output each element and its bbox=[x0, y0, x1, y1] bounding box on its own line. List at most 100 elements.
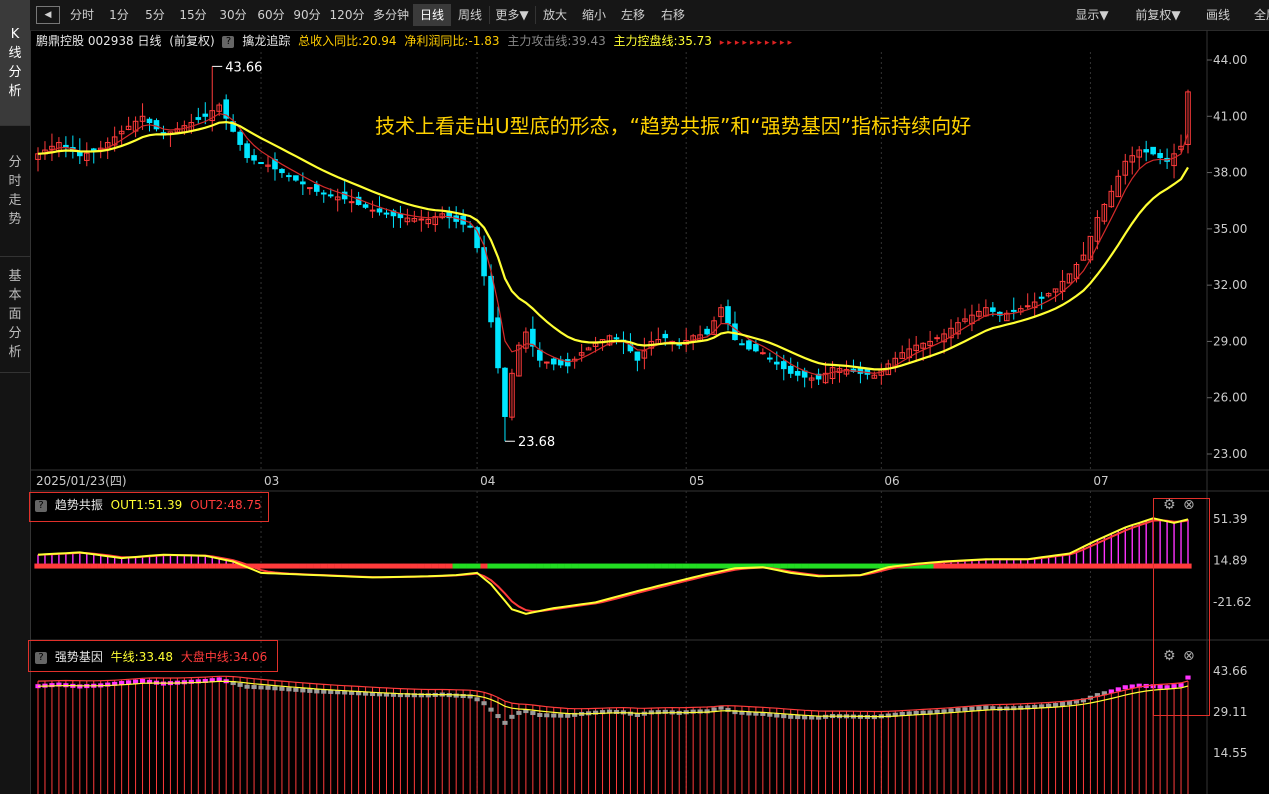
highlight-box-gene bbox=[28, 640, 278, 672]
p1-y-tick-2: -21.62 bbox=[1213, 595, 1252, 609]
status-strip-149 bbox=[1072, 563, 1081, 569]
candle-body-29 bbox=[237, 131, 243, 145]
candle-body-73 bbox=[543, 361, 550, 364]
gene-box-37 bbox=[293, 687, 299, 692]
status-strip-80 bbox=[591, 563, 600, 569]
candle-body-100 bbox=[732, 323, 738, 341]
status-strip-138 bbox=[996, 563, 1004, 569]
status-strip-130 bbox=[940, 563, 948, 569]
status-strip-54 bbox=[410, 563, 418, 569]
candle-body-83 bbox=[613, 337, 620, 340]
status-strip-33 bbox=[264, 563, 272, 569]
status-strip-2 bbox=[48, 563, 56, 569]
status-strip-58 bbox=[438, 563, 446, 569]
candle-body-160 bbox=[1150, 146, 1156, 155]
gene-box-65 bbox=[488, 707, 494, 712]
candle-body-129 bbox=[934, 337, 940, 340]
status-strip-34 bbox=[271, 563, 279, 569]
status-strip-14 bbox=[131, 563, 140, 569]
status-strip-77 bbox=[571, 563, 579, 569]
panel1-tools: ⚙ ⊗ bbox=[1163, 497, 1195, 513]
status-strip-73 bbox=[543, 563, 551, 569]
status-strip-3 bbox=[55, 563, 63, 569]
status-strip-82 bbox=[605, 563, 614, 569]
status-strip-69 bbox=[515, 563, 523, 569]
status-strip-153 bbox=[1100, 563, 1108, 569]
gene-box-75 bbox=[558, 713, 564, 718]
status-strip-135 bbox=[975, 563, 983, 569]
gene-box-132 bbox=[955, 707, 961, 712]
gene-box-35 bbox=[279, 686, 285, 691]
status-strip-10 bbox=[104, 563, 112, 569]
x-tick-label-2: 05 bbox=[689, 474, 704, 488]
candle-body-107 bbox=[780, 361, 787, 370]
y-tick-label-5: 29.00 bbox=[1213, 334, 1247, 348]
status-strip-155 bbox=[1114, 563, 1122, 569]
status-strip-5 bbox=[69, 563, 77, 569]
panel2-tools: ⚙ ⊗ bbox=[1163, 648, 1195, 664]
gene-box-33 bbox=[265, 685, 271, 690]
status-strip-37 bbox=[292, 563, 300, 569]
candle-body-104 bbox=[760, 352, 766, 355]
status-strip-35 bbox=[278, 563, 286, 569]
candle-body-39 bbox=[307, 187, 313, 190]
gene-box-107 bbox=[781, 714, 787, 719]
y-tick-label-7: 23.00 bbox=[1213, 447, 1247, 461]
status-strip-107 bbox=[780, 563, 788, 569]
candle-body-47 bbox=[362, 204, 369, 208]
candle-body-65 bbox=[488, 275, 494, 323]
gear-icon[interactable]: ⚙ bbox=[1163, 497, 1176, 513]
status-strip-93 bbox=[682, 563, 690, 569]
highlight-box-right bbox=[1153, 498, 1210, 716]
status-strip-9 bbox=[97, 563, 105, 569]
highlight-box-trend bbox=[29, 492, 269, 522]
gene-box-38 bbox=[300, 688, 306, 693]
candle-body-31 bbox=[251, 155, 257, 161]
gene-box-26 bbox=[216, 677, 222, 682]
status-strip-21 bbox=[180, 563, 188, 569]
candle-body-32 bbox=[258, 162, 264, 165]
status-strip-97 bbox=[710, 563, 718, 569]
y-tick-label-0: 44.00 bbox=[1213, 53, 1247, 67]
status-strip-61 bbox=[459, 563, 467, 569]
status-strip-151 bbox=[1086, 563, 1095, 569]
y-tick-label-1: 41.00 bbox=[1213, 109, 1247, 123]
candle-body-48 bbox=[369, 209, 376, 212]
status-strip-117 bbox=[849, 563, 858, 569]
gene-box-106 bbox=[774, 713, 780, 718]
candle-body-144 bbox=[1038, 296, 1045, 299]
status-strip-144 bbox=[1038, 563, 1046, 569]
gene-box-30 bbox=[244, 684, 250, 689]
status-strip-57 bbox=[431, 563, 439, 569]
status-strip-42 bbox=[327, 563, 335, 569]
status-strip-84 bbox=[619, 563, 628, 569]
candle-body-142 bbox=[1024, 305, 1031, 308]
status-strip-74 bbox=[550, 563, 558, 569]
status-strip-23 bbox=[194, 563, 202, 569]
candle-body-103 bbox=[753, 343, 759, 352]
status-strip-32 bbox=[257, 563, 265, 569]
gear-icon[interactable]: ⚙ bbox=[1163, 648, 1176, 664]
status-strip-147 bbox=[1058, 563, 1067, 569]
close-icon[interactable]: ⊗ bbox=[1183, 648, 1195, 664]
status-strip-50 bbox=[382, 563, 391, 569]
bull-line bbox=[37, 680, 1189, 718]
candle-body-90 bbox=[662, 333, 669, 339]
y-tick-label-4: 32.00 bbox=[1213, 278, 1247, 292]
status-strip-55 bbox=[417, 563, 425, 569]
status-strip-64 bbox=[480, 563, 488, 569]
status-strip-20 bbox=[173, 563, 181, 569]
gene-box-74 bbox=[551, 713, 557, 718]
candle-body-74 bbox=[550, 358, 557, 365]
status-strip-56 bbox=[424, 563, 432, 569]
status-strip-152 bbox=[1093, 563, 1101, 569]
status-strip-141 bbox=[1017, 563, 1025, 569]
gene-box-39 bbox=[307, 688, 313, 693]
candle-body-55 bbox=[418, 218, 425, 221]
status-strip-89 bbox=[654, 563, 662, 569]
close-icon[interactable]: ⊗ bbox=[1183, 497, 1195, 513]
status-strip-131 bbox=[947, 563, 955, 569]
chart-annotation: 技术上看走出U型底的形态，“趋势共振”和“强势基因”指标持续向好 bbox=[375, 114, 972, 138]
status-strip-108 bbox=[787, 563, 795, 569]
status-strip-44 bbox=[341, 563, 349, 569]
